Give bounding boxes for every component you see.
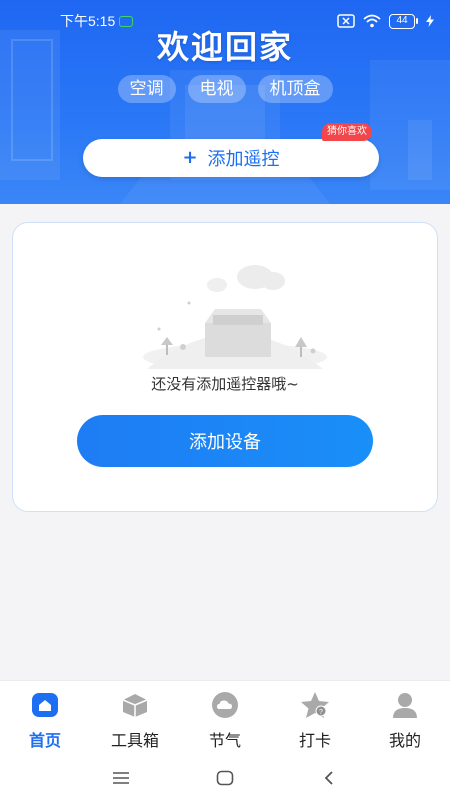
device-category-chips: 空调 电视 机顶盒 [0,75,450,103]
star-checkin-icon: ? [300,691,330,719]
plus-icon: + [182,147,198,168]
empty-state-card: 还没有添加遥控器哦~ 添加设备 [12,222,438,512]
bottom-navigation: 首页 工具箱 节气 ? 打卡 我的 [0,680,450,756]
add-device-button[interactable]: 添加设备 [77,415,373,467]
nav-item-checkin[interactable]: ? 打卡 [270,681,360,756]
nav-label-toolbox: 工具箱 [110,731,159,750]
svg-text:?: ? [319,709,323,716]
back-icon[interactable] [317,766,341,790]
nav-label-solar-terms: 节气 [208,731,241,750]
home-square-icon[interactable] [213,766,237,790]
nav-label-profile: 我的 [388,731,421,750]
hero-header: 下午5:15 44 欢迎回家 空调 电视 机顶盒 + 添加遥控 猜你喜欢 [0,0,450,204]
menu-icon[interactable] [109,766,133,790]
home-icon [30,691,60,719]
empty-state-text: 还没有添加遥控器哦~ [151,375,299,393]
nav-item-toolbox[interactable]: 工具箱 [90,681,180,756]
chip-tv[interactable]: 电视 [187,75,246,103]
chip-set-top-box[interactable]: 机顶盒 [257,75,333,103]
add-remote-label: 添加遥控 [207,149,280,170]
user-icon [390,691,420,719]
chip-air-conditioner[interactable]: 空调 [117,75,176,103]
nav-label-checkin: 打卡 [298,731,331,750]
nav-item-profile[interactable]: 我的 [360,681,450,756]
weather-cloud-icon [210,691,240,719]
toolbox-icon [120,691,150,719]
system-navigation-bar [0,756,450,800]
guess-you-like-badge: 猜你喜欢 [322,123,372,141]
hero-title: 欢迎回家 [156,28,293,66]
empty-box-illustration [143,265,327,369]
nav-item-solar-terms[interactable]: 节气 [180,681,270,756]
nav-item-home[interactable]: 首页 [0,681,90,756]
nav-label-home: 首页 [28,731,61,750]
add-remote-button[interactable]: + 添加遥控 [83,139,379,177]
